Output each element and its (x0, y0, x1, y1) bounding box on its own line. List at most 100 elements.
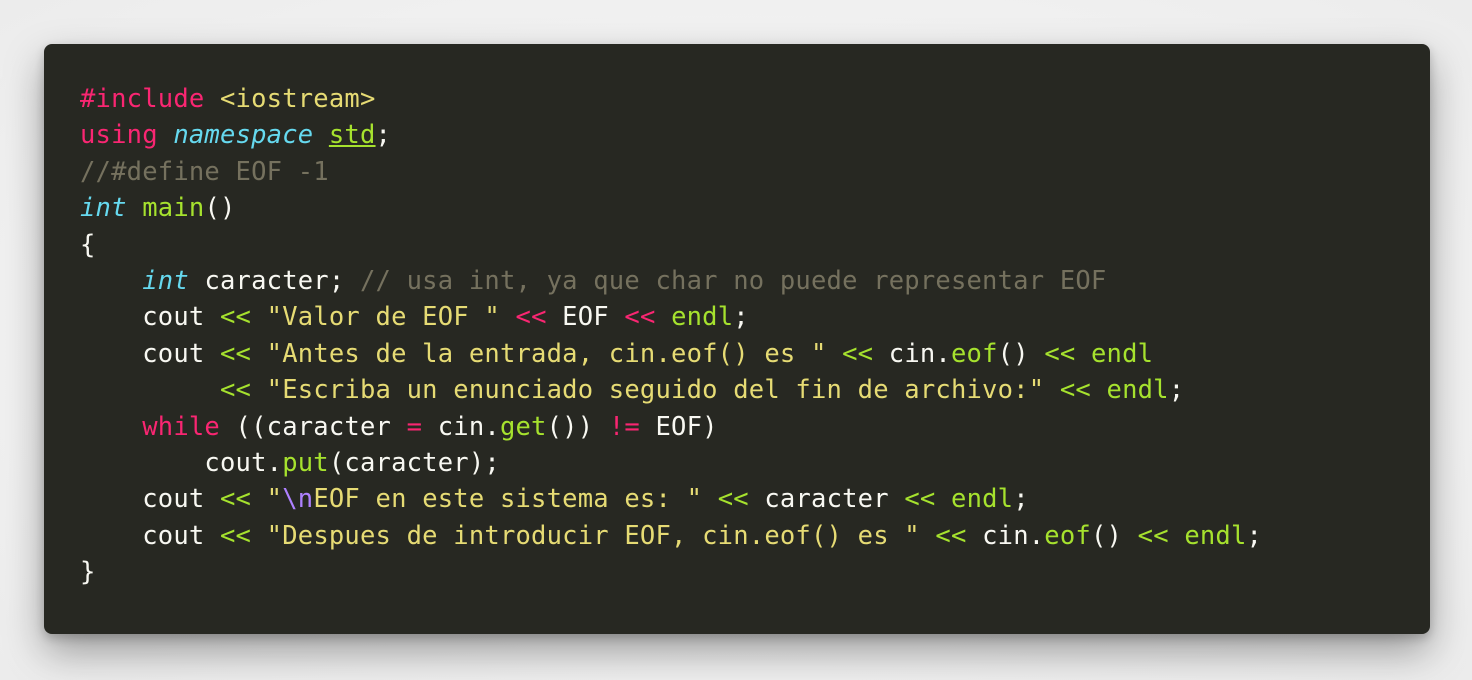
code-token: () (1090, 520, 1138, 551)
code-line: } (80, 554, 1262, 590)
code-token: // usa int, ya que char no puede represe… (359, 265, 1107, 296)
code-token: EOF (546, 302, 625, 333)
code-token: << (624, 302, 656, 333)
code-token: cout (80, 520, 220, 551)
code-token: != (608, 411, 640, 442)
code-token: () (204, 193, 236, 224)
code-token: \n (282, 484, 314, 515)
code-line: //#define EOF -1 (80, 154, 1262, 190)
code-line: int caracter; // usa int, ya que char no… (80, 263, 1262, 299)
code-token: << (1059, 375, 1091, 406)
code-token: " (266, 484, 283, 515)
code-token: "Escriba un enunciado seguido del fin de… (266, 375, 1045, 406)
code-token: (caracter); (328, 447, 500, 478)
code-token: eof (1044, 520, 1091, 551)
code-token: { (80, 229, 96, 260)
code-token: () (997, 338, 1045, 369)
code-token: endl (671, 302, 734, 333)
code-token: ()) (546, 411, 609, 442)
code-token: "Antes de la entrada, cin.eof() es " (266, 338, 827, 369)
code-token: ; (1013, 484, 1029, 515)
code-line: cout << "Valor de EOF " << EOF << endl; (80, 299, 1262, 335)
code-token: EOF en este sistema es: " (313, 484, 703, 515)
code-line: while ((caracter = cin.get()) != EOF) (80, 409, 1262, 445)
code-line: cout << "Despues de introducir EOF, cin.… (80, 518, 1262, 554)
code-token: <iostream> (219, 84, 376, 114)
code-token: << (515, 302, 547, 333)
code-token: cout (80, 302, 220, 333)
code-line: cout.put(caracter); (80, 445, 1262, 481)
code-token: EOF) (639, 411, 718, 442)
code-token: << (935, 520, 967, 551)
code-token: << (842, 338, 874, 369)
code-token: } (80, 557, 96, 588)
code-token: //#define EOF -1 (80, 156, 329, 187)
code-token: cin. (873, 338, 951, 369)
code-token: #include (80, 84, 205, 114)
code-token: cin. (966, 520, 1045, 551)
code-token: namespace (173, 120, 314, 151)
code-line: { (80, 227, 1262, 263)
code-line: using namespace std; (80, 117, 1262, 153)
code-token: << (1044, 338, 1076, 369)
code-token: endl (1184, 520, 1247, 551)
code-token: using (80, 120, 158, 151)
code-token: ; (1246, 520, 1263, 551)
code-token: ; (1168, 375, 1185, 406)
code-token: ; (733, 302, 749, 333)
code-token: ; (375, 120, 392, 151)
code-token: << (1137, 520, 1169, 551)
code-token: << (717, 484, 749, 515)
code-block[interactable]: #include <iostream> using namespace std; /… (80, 81, 1262, 590)
code-token: std (328, 120, 376, 151)
code-token: get (499, 411, 547, 442)
code-token: endl (951, 484, 1014, 515)
code-token: int (80, 193, 127, 224)
code-token: cout. (80, 447, 283, 478)
code-editor-panel: #include <iostream> using namespace std; /… (44, 44, 1430, 634)
code-token: caracter; (188, 265, 360, 296)
code-token: << (219, 338, 252, 369)
code-token: << (219, 520, 252, 551)
code-token: caracter (748, 484, 905, 515)
code-token: "Valor de EOF " (266, 302, 500, 333)
code-token: = (406, 411, 423, 442)
code-token: int (142, 265, 189, 296)
code-token: "Despues de introducir EOF, cin.eof() es… (266, 520, 920, 551)
code-token: while (142, 411, 220, 442)
code-token: << (219, 484, 252, 515)
code-token: cout (80, 338, 220, 369)
code-token: main (142, 193, 205, 224)
code-token: << (219, 375, 252, 406)
code-token: cout (80, 484, 220, 515)
code-token: put (282, 447, 329, 478)
code-line: #include <iostream> (80, 81, 1262, 117)
code-token: cin. (422, 411, 500, 442)
code-token: eof (950, 338, 998, 369)
code-line: cout << "\nEOF en este sistema es: " << … (80, 481, 1262, 517)
code-line: cout << "Antes de la entrada, cin.eof() … (80, 336, 1262, 372)
code-token: endl (1091, 338, 1154, 369)
code-line: << "Escriba un enunciado seguido del fin… (80, 372, 1262, 408)
